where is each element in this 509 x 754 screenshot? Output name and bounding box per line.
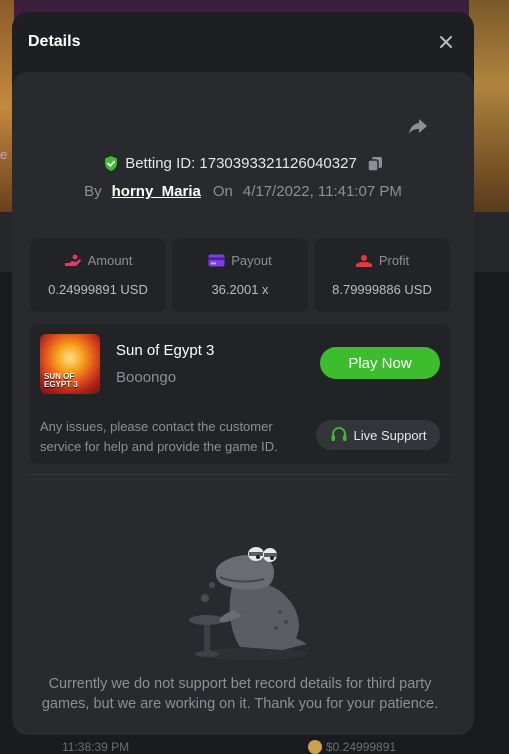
stat-payout-label: Payout	[231, 253, 272, 268]
share-icon	[409, 119, 427, 134]
background-amount-value: $0.24999891	[326, 740, 397, 754]
profit-icon	[355, 254, 372, 267]
background-right-art	[469, 0, 509, 212]
stat-profit-label-row: Profit	[355, 253, 409, 268]
background-amount: $0.24999891	[308, 740, 396, 754]
stat-amount-label-row: Amount	[64, 253, 133, 268]
stat-amount: Amount 0.24999891 USD	[30, 238, 166, 312]
bet-timestamp: 4/17/2022, 11:41:07 PM	[242, 183, 402, 200]
game-thumbnail-line-2: EGYPT 3	[44, 380, 78, 389]
stat-amount-label: Amount	[87, 253, 133, 268]
close-button[interactable]	[434, 30, 458, 54]
live-support-button[interactable]: Live Support	[316, 420, 440, 450]
username-link[interactable]: horny_Maria	[112, 183, 201, 200]
game-thumbnail-title: SUN OF EGYPT 3	[44, 373, 78, 389]
copy-icon	[367, 156, 382, 172]
betting-id: Betting ID: 1730393321126040327	[125, 155, 357, 172]
stat-profit-value: 8.79999886 USD	[332, 282, 432, 297]
close-icon	[440, 36, 452, 48]
modal-header: Details	[12, 12, 474, 72]
betting-id-row: Betting ID: 1730393321126040327	[12, 155, 474, 172]
by-label: By	[84, 183, 102, 200]
live-support-label: Live Support	[353, 427, 427, 443]
empty-state-message: Currently we do not support bet record d…	[41, 676, 439, 712]
stat-payout-label-row: Payout	[208, 253, 272, 268]
on-label: On	[212, 183, 233, 200]
details-panel: Betting ID: 1730393321126040327 By horny…	[12, 72, 474, 735]
stat-payout: Payout 36.2001 x	[172, 238, 308, 312]
details-modal: Details Betting ID: 1730393321126040327	[12, 12, 474, 735]
headset-icon	[331, 427, 346, 441]
copy-button[interactable]	[367, 156, 383, 172]
stat-profit: Profit 8.79999886 USD	[314, 238, 450, 312]
divider	[30, 474, 450, 475]
game-provider: Booongo	[116, 369, 177, 386]
support-hint: Any issues, please contact the customer …	[40, 419, 278, 454]
coin-icon	[308, 740, 322, 754]
stat-profit-label: Profit	[378, 253, 410, 268]
stat-amount-value: 0.24999891 USD	[48, 282, 148, 297]
verified-shield-icon	[105, 156, 118, 171]
background-time: 11:38:39 PM	[62, 740, 130, 754]
crocodile-mascot-illustration	[189, 547, 307, 660]
modal-title: Details	[28, 33, 81, 50]
game-card: SUN OF EGYPT 3 Sun of Egypt 3 Booongo Pl…	[30, 324, 450, 464]
game-thumbnail[interactable]: SUN OF EGYPT 3	[40, 334, 100, 394]
background-peek-text: e	[0, 147, 8, 162]
stat-payout-value: 36.2001 x	[211, 282, 269, 297]
share-button[interactable]	[406, 114, 430, 138]
game-name: Sun of Egypt 3	[116, 342, 215, 359]
author-row: By horny_Maria On 4/17/2022, 11:41:07 PM	[12, 183, 474, 200]
play-now-button[interactable]: Play Now	[320, 347, 440, 379]
payout-icon	[208, 254, 225, 267]
stats-row: Amount 0.24999891 USD Payout 36.2001 x P…	[30, 238, 450, 312]
amount-icon	[64, 254, 81, 266]
